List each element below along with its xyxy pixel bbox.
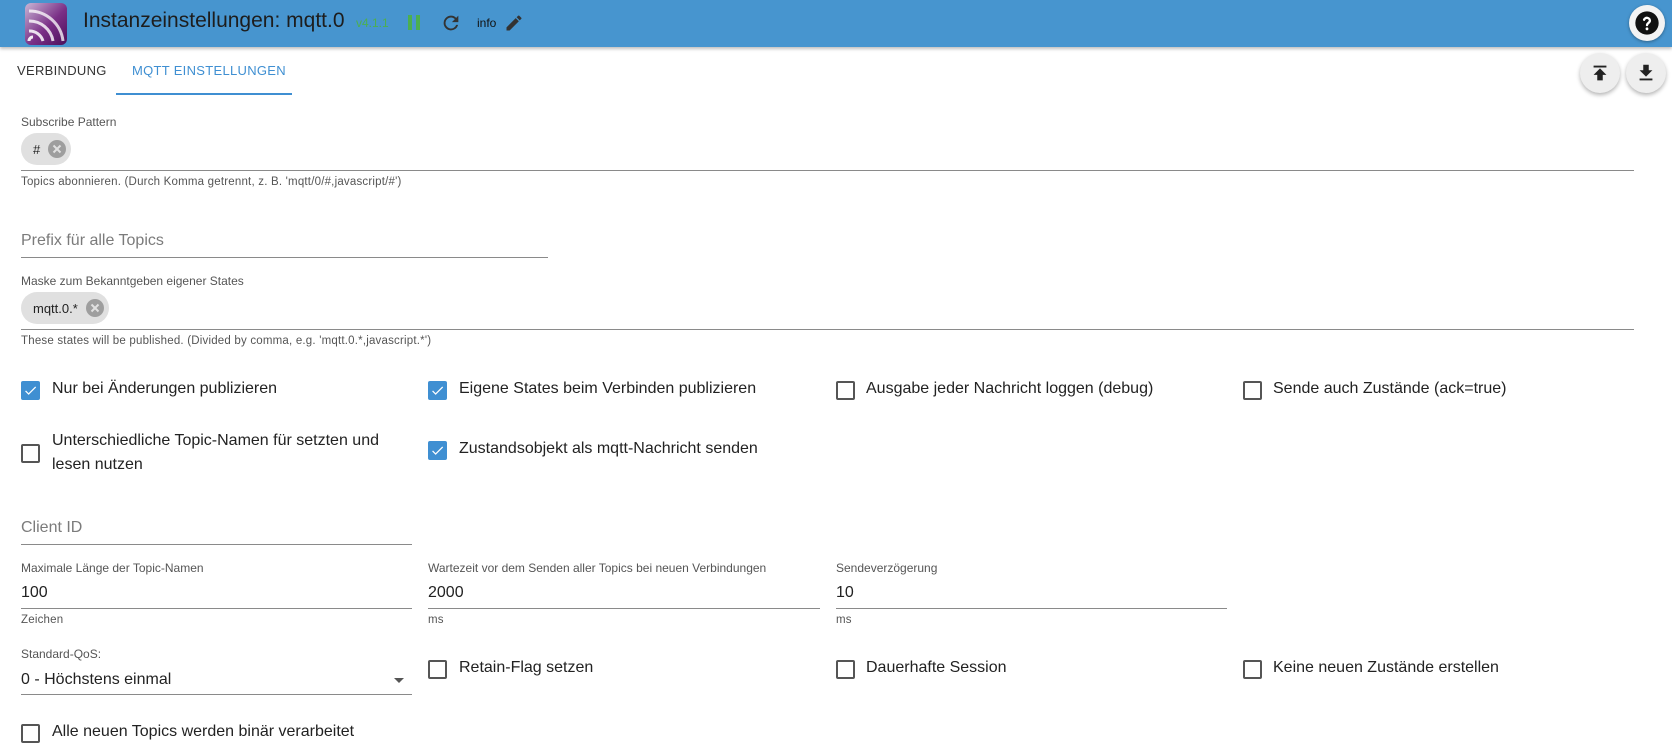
- download-icon: [1639, 64, 1653, 81]
- no-new-states-label: Keine neuen Zustände erstellen: [1273, 659, 1499, 676]
- subscribe-helper: Topics abonnieren. (Durch Komma getrennt…: [21, 176, 402, 188]
- mask-helper: These states will be published. (Divided…: [21, 335, 432, 347]
- publish-own-states-label: Eigene States beim Verbinden publizieren: [459, 380, 757, 397]
- chip-label: mqtt.0.*: [33, 300, 78, 316]
- send-delay-underline: [836, 608, 1227, 609]
- publish-on-change-checkbox[interactable]: [21, 381, 40, 400]
- publish-own-states-checkbox[interactable]: [428, 381, 447, 400]
- qos-label: Standard-QoS:: [21, 647, 102, 661]
- edit-icon[interactable]: [504, 13, 524, 33]
- state-object-checkbox[interactable]: [428, 441, 447, 460]
- chip-label: #: [33, 141, 41, 157]
- debug-log-label: Ausgabe jeder Nachricht loggen (debug): [866, 380, 1154, 397]
- different-topic-names-checkbox[interactable]: [21, 444, 40, 463]
- max-topic-length-input[interactable]: 100: [21, 584, 48, 602]
- client-id-underline: [21, 544, 412, 545]
- mask-label: Maske zum Bekanntgeben eigener States: [21, 274, 244, 288]
- pause-icon[interactable]: [404, 12, 426, 34]
- send-ack-checkbox[interactable]: [1243, 381, 1262, 400]
- retain-flag-checkbox[interactable]: [428, 660, 447, 679]
- chip-remove-icon[interactable]: [85, 298, 105, 318]
- version-label: v4.1.1: [356, 16, 389, 30]
- subscribe-input[interactable]: [21, 170, 1634, 171]
- active-tab-indicator: [116, 93, 292, 95]
- subscribe-chip[interactable]: #: [21, 133, 72, 165]
- send-ack-label: Sende auch Zustände (ack=true): [1273, 380, 1507, 397]
- mask-chip[interactable]: mqtt.0.*: [21, 292, 109, 324]
- subscribe-pattern-label: Subscribe Pattern: [21, 115, 117, 129]
- header-bar: Instanzeinstellungen: mqtt.0 v4.1.1 info: [0, 0, 1672, 47]
- no-new-states-checkbox[interactable]: [1243, 660, 1262, 679]
- publish-on-change-label: Nur bei Änderungen publizieren: [52, 380, 278, 397]
- send-delay-label: Sendeverzögerung: [836, 561, 938, 575]
- send-delay-input[interactable]: 10: [836, 584, 854, 602]
- retain-flag-label: Retain-Flag setzen: [459, 659, 594, 676]
- client-id-input[interactable]: Client ID: [21, 519, 82, 537]
- qos-select[interactable]: 0 - Höchstens einmal: [21, 671, 171, 689]
- chip-remove-icon[interactable]: [47, 139, 67, 159]
- qos-select-underline: [21, 694, 412, 695]
- download-button[interactable]: [1626, 53, 1666, 93]
- max-topic-length-underline: [21, 608, 412, 609]
- wait-time-input[interactable]: 2000: [428, 584, 464, 602]
- upload-button[interactable]: [1580, 53, 1620, 93]
- state-object-label: Zustandsobjekt als mqtt-Nachricht senden: [459, 440, 758, 457]
- tab-verbindung[interactable]: VERBINDUNG: [17, 63, 107, 78]
- debug-log-checkbox[interactable]: [836, 381, 855, 400]
- persistent-session-checkbox[interactable]: [836, 660, 855, 679]
- info-label[interactable]: info: [477, 16, 496, 30]
- max-topic-length-helper: Zeichen: [21, 614, 64, 626]
- help-button[interactable]: [1629, 5, 1665, 41]
- persistent-session-label: Dauerhafte Session: [866, 659, 1007, 676]
- reload-icon[interactable]: [440, 12, 462, 34]
- tab-mqtt-einstellungen[interactable]: MQTT EINSTELLUNGEN: [132, 63, 286, 78]
- adapter-logo-icon: [25, 3, 67, 45]
- page-title: Instanzeinstellungen: mqtt.0: [83, 9, 345, 32]
- prefix-input[interactable]: Prefix für alle Topics: [21, 232, 164, 250]
- different-topic-names-label: Unterschiedliche Topic-Namen für setzten…: [52, 432, 379, 473]
- send-delay-helper: ms: [836, 614, 852, 626]
- chevron-down-icon[interactable]: [394, 678, 404, 683]
- wait-time-helper: ms: [428, 614, 444, 626]
- prefix-input-underline: [21, 257, 548, 258]
- max-topic-length-label: Maximale Länge der Topic-Namen: [21, 561, 204, 575]
- wait-time-label: Wartezeit vor dem Senden aller Topics be…: [428, 561, 767, 575]
- help-icon: [1635, 11, 1659, 35]
- binary-topics-label: Alle neuen Topics werden binär verarbeit…: [52, 723, 355, 740]
- wait-time-underline: [428, 608, 820, 609]
- binary-topics-checkbox[interactable]: [21, 724, 40, 743]
- upload-icon: [1593, 65, 1607, 81]
- mask-input[interactable]: [21, 329, 1634, 330]
